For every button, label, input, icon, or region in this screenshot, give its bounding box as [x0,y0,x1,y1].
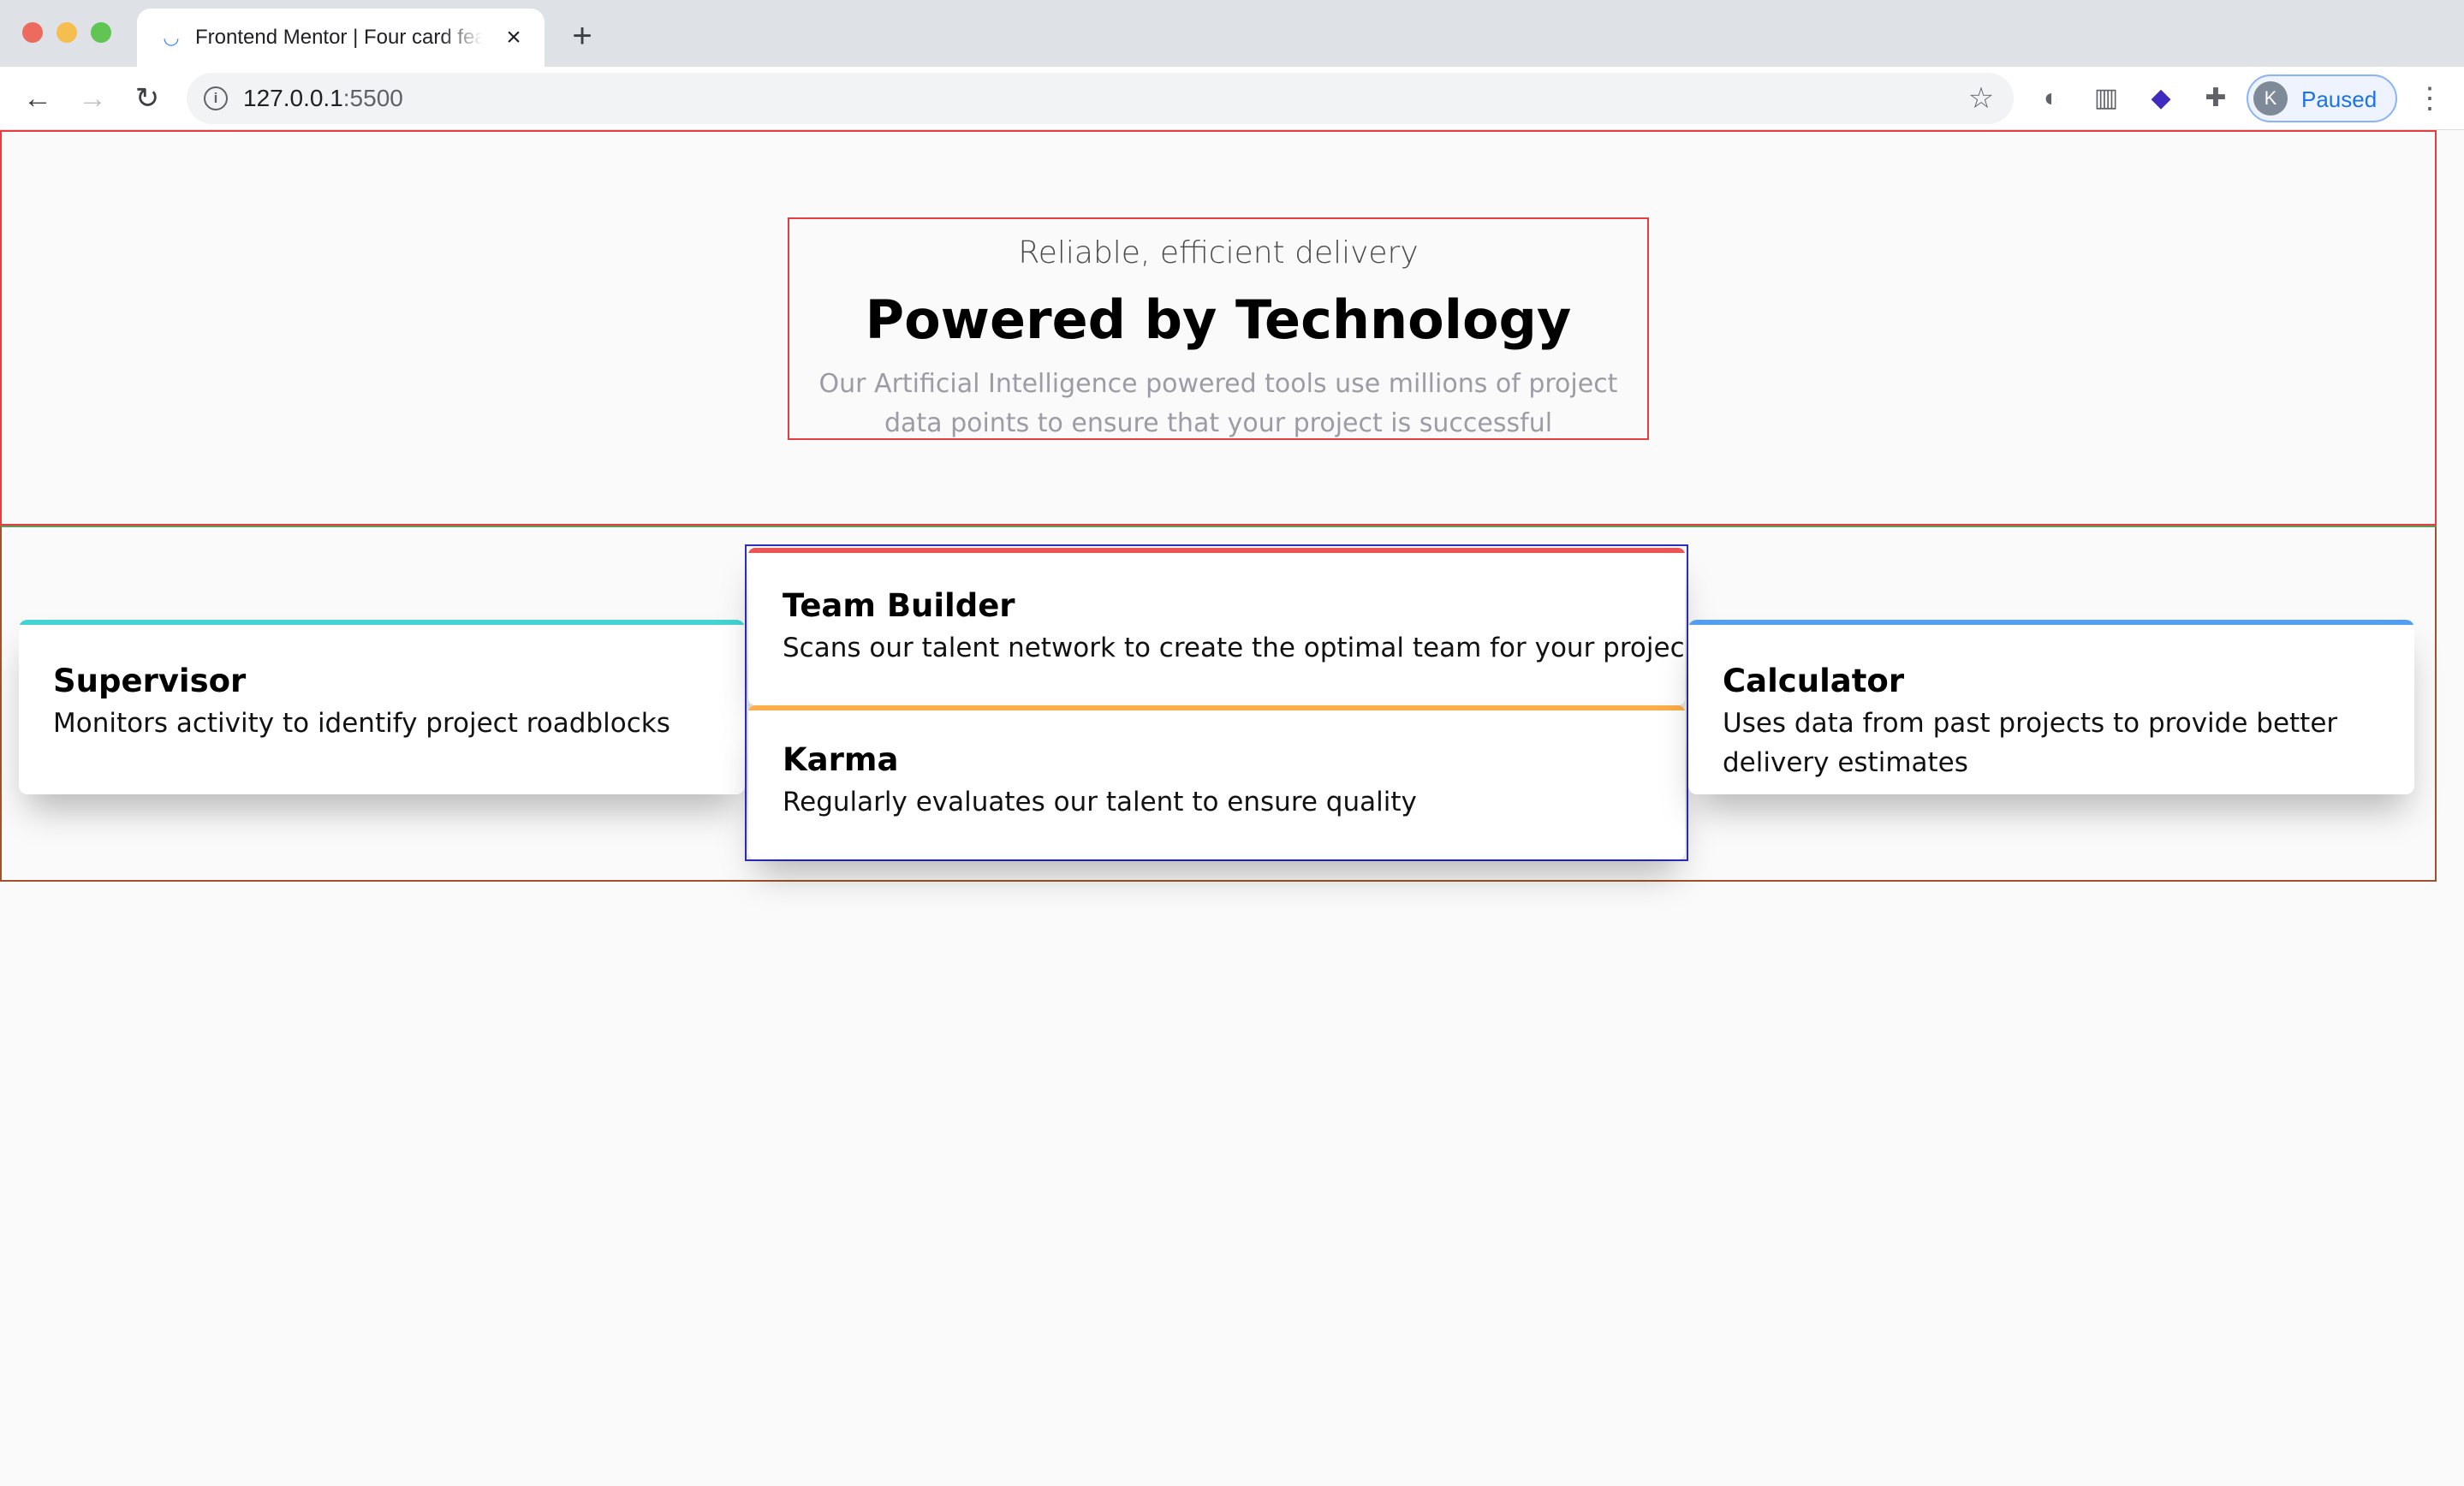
card-title: Karma [783,741,899,778]
puzzle-icon[interactable]: ✚ [2199,81,2233,116]
card-title: Calculator [1723,663,1905,699]
reload-button[interactable]: ↻ [127,78,168,119]
frontend-mentor-icon: ◡ [163,27,180,48]
extension-barcode-icon[interactable]: ▥ [2089,81,2123,116]
card-karma: Karma Regularly evaluates our talent to … [748,705,1685,859]
star-icon[interactable]: ☆ [1964,81,1998,116]
new-tab-button[interactable]: + [562,17,603,58]
header-text-box: Reliable, efficient delivery Powered by … [788,217,1649,440]
tab-strip: ◡ Frontend Mentor | Four card feature se… [0,0,2464,67]
kebab-menu-icon[interactable]: ⋮ [2413,81,2447,116]
url-text: 127.0.0.1:5500 [243,84,403,113]
card-supervisor: Supervisor Monitors activity to identify… [19,620,745,794]
card-description: Uses data from past projects to provide … [1723,708,2338,778]
extension-layers-icon[interactable]: ◆ [2144,81,2178,116]
card-description: Scans our talent network to create the o… [783,633,1685,663]
minimize-window-button[interactable] [57,22,77,43]
card-calculator: Calculator Uses data from past projects … [1688,620,2414,794]
url-host: 127.0.0.1 [243,85,343,111]
close-window-button[interactable] [22,22,43,43]
card-title: Supervisor [53,663,247,699]
intro-text: Our Artificial Intelligence powered tool… [818,369,1618,438]
close-icon[interactable]: × [497,21,531,55]
card-description: Regularly evaluates our talent to ensure… [783,787,1417,817]
forward-button[interactable]: → [72,78,113,119]
page-viewport: Reliable, efficient delivery Powered by … [0,130,2464,1486]
tagline: Reliable, efficient delivery [1018,235,1419,270]
browser-toolbar: ← → ↻ i 127.0.0.1:5500 ☆ ◐ ▥ ◆ ✚ K Pause… [0,67,2464,130]
info-icon[interactable]: i [204,86,228,110]
back-button[interactable]: ← [17,78,58,119]
profile-status: Paused [2301,86,2378,112]
avatar: K [2253,81,2288,116]
card-description: Monitors activity to identify project ro… [53,708,670,739]
tab-active[interactable]: ◡ Frontend Mentor | Four card feature se… [137,9,545,67]
tab-title: Frontend Mentor | Four card feature sect… [195,26,483,49]
card-title: Team Builder [783,587,1015,624]
extension-circle-icon[interactable]: ◐ [2034,81,2068,116]
card-team-builder: Team Builder Scans our talent network to… [748,548,1685,705]
maximize-window-button[interactable] [91,22,111,43]
page-title: Powered by Technology [865,288,1572,351]
address-bar[interactable]: i 127.0.0.1:5500 ☆ [187,73,2014,124]
header-section: Reliable, efficient delivery Powered by … [0,130,2437,526]
center-card-column: Team Builder Scans our talent network to… [745,544,1688,861]
url-port: :5500 [342,85,403,111]
profile-button[interactable]: K Paused [2247,74,2397,122]
